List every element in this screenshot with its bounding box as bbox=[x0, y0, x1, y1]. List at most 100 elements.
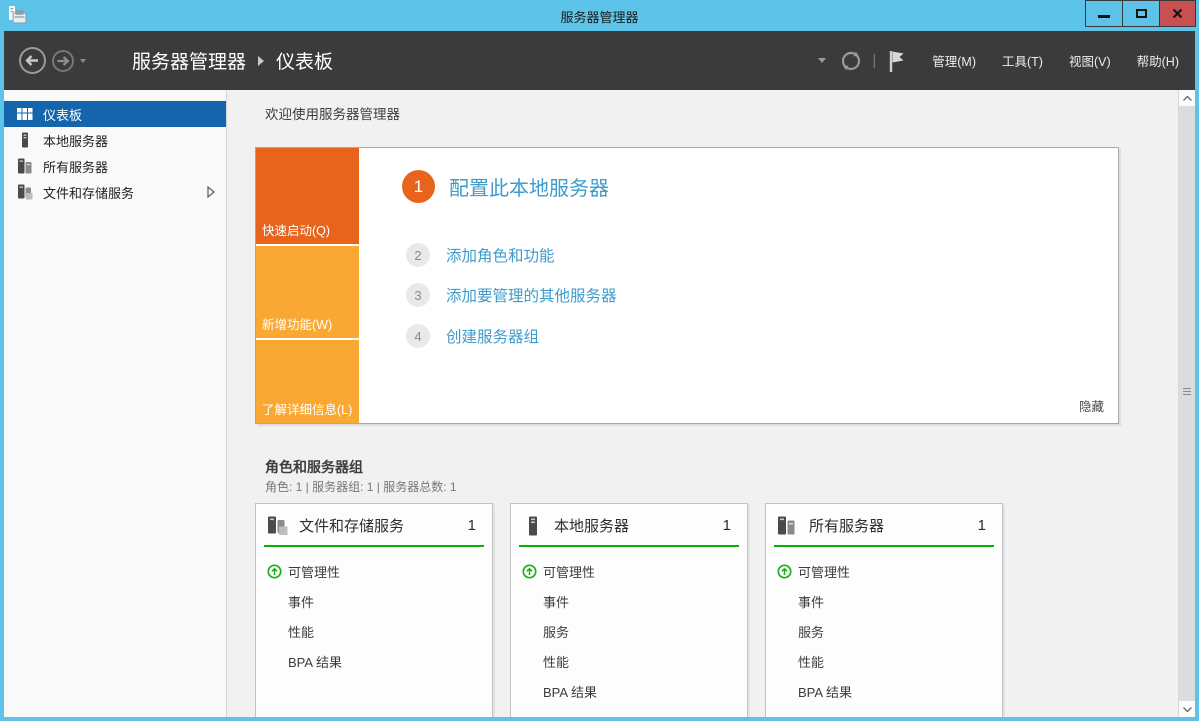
back-icon[interactable] bbox=[18, 46, 47, 75]
step-link[interactable]: 添加角色和功能 bbox=[446, 244, 555, 266]
maximize-icon[interactable] bbox=[1122, 0, 1159, 27]
roles-section-subtitle: 角色: 1 | 服务器组: 1 | 服务器总数: 1 bbox=[265, 478, 457, 495]
sidebar-item-all-servers[interactable]: 所有服务器 bbox=[4, 153, 226, 179]
row-manageability[interactable]: 可管理性 bbox=[766, 556, 1002, 586]
row-bpa-results[interactable]: BPA 结果 bbox=[766, 676, 1002, 706]
file-storage-icon bbox=[17, 184, 34, 201]
file-storage-icon bbox=[267, 516, 289, 536]
dashboard-grid-icon bbox=[17, 106, 34, 123]
sidebar-item-dashboard[interactable]: 仪表板 bbox=[4, 101, 226, 127]
sidebar-item-local-server[interactable]: 本地服务器 bbox=[4, 127, 226, 153]
row-label: 性能 bbox=[798, 652, 824, 671]
row-label: 服务 bbox=[543, 622, 569, 641]
row-label: 性能 bbox=[288, 622, 314, 641]
card-rows: 可管理性 事件 性能 BPA 结果 bbox=[256, 547, 492, 676]
tile-whats-new[interactable]: 新增功能(W) bbox=[256, 246, 359, 338]
step-add-roles-features: 2 添加角色和功能 bbox=[406, 243, 555, 267]
card-all-servers: 所有服务器 1 可管理性 事件 服务 性能 bbox=[765, 503, 1003, 717]
hide-link[interactable]: 隐藏 bbox=[1079, 396, 1104, 415]
up-arrow-circle-icon bbox=[267, 564, 288, 579]
sidebar-item-file-storage[interactable]: 文件和存储服务 bbox=[4, 179, 226, 205]
nav-dropdown-caret-icon[interactable] bbox=[80, 59, 86, 63]
row-label: 事件 bbox=[798, 592, 824, 611]
vertical-scrollbar[interactable] bbox=[1178, 90, 1195, 717]
all-servers-icon bbox=[777, 516, 799, 536]
card-title: 本地服务器 bbox=[554, 515, 629, 536]
header-toolbar: | 管理(M) 工具(T) 视图(V) 帮助(H) bbox=[818, 31, 1179, 90]
step-link[interactable]: 配置此本地服务器 bbox=[449, 172, 609, 201]
row-label: 可管理性 bbox=[543, 562, 595, 581]
row-services[interactable]: 服务 bbox=[511, 616, 747, 646]
row-label: BPA 结果 bbox=[288, 652, 342, 671]
notifications-caret-icon[interactable] bbox=[818, 58, 826, 63]
nav-arrows bbox=[18, 46, 86, 75]
row-label: 可管理性 bbox=[288, 562, 340, 581]
row-events[interactable]: 事件 bbox=[511, 586, 747, 616]
card-title: 所有服务器 bbox=[809, 515, 884, 536]
card-header: 文件和存储服务 1 bbox=[256, 504, 492, 545]
body: 仪表板 本地服务器 bbox=[4, 90, 1195, 717]
row-label: 性能 bbox=[543, 652, 569, 671]
menu-tools[interactable]: 工具(T) bbox=[1002, 51, 1043, 70]
role-cards: 文件和存储服务 1 可管理性 事件 性能 BPA 结果 bbox=[255, 503, 1003, 717]
row-performance[interactable]: 性能 bbox=[766, 646, 1002, 676]
card-rows: 可管理性 事件 服务 性能 BPA 结果 bbox=[511, 547, 747, 706]
breadcrumb: 服务器管理器 仪表板 bbox=[132, 47, 333, 74]
menu-manage[interactable]: 管理(M) bbox=[932, 51, 976, 70]
step-number-badge: 4 bbox=[406, 324, 430, 348]
card-count: 1 bbox=[978, 517, 986, 534]
roles-section-title: 角色和服务器组 bbox=[265, 457, 363, 477]
step-link[interactable]: 创建服务器组 bbox=[446, 325, 539, 347]
step-number-badge: 2 bbox=[406, 243, 430, 267]
welcome-steps: 1 配置此本地服务器 2 添加角色和功能 3 添加要管理的其他服务器 4 创建服… bbox=[366, 148, 1118, 423]
menu-view[interactable]: 视图(V) bbox=[1069, 51, 1111, 70]
row-services[interactable]: 服务 bbox=[766, 616, 1002, 646]
row-label: 服务 bbox=[798, 622, 824, 641]
row-label: 事件 bbox=[543, 592, 569, 611]
row-events[interactable]: 事件 bbox=[256, 586, 492, 616]
close-icon[interactable] bbox=[1159, 0, 1196, 27]
sidebar-item-label: 文件和存储服务 bbox=[43, 183, 134, 202]
breadcrumb-current: 仪表板 bbox=[276, 47, 333, 74]
scroll-up-icon[interactable] bbox=[1179, 90, 1195, 107]
card-file-storage: 文件和存储服务 1 可管理性 事件 性能 BPA 结果 bbox=[255, 503, 493, 717]
menu-help[interactable]: 帮助(H) bbox=[1137, 51, 1179, 70]
local-server-icon bbox=[17, 132, 34, 149]
tile-label: 新增功能(W) bbox=[262, 314, 332, 333]
expand-arrow-icon[interactable] bbox=[207, 186, 215, 198]
scrollbar-thumb[interactable] bbox=[1179, 107, 1195, 700]
welcome-heading: 欢迎使用服务器管理器 bbox=[265, 103, 400, 123]
refresh-icon[interactable] bbox=[840, 50, 862, 72]
card-title: 文件和存储服务 bbox=[299, 515, 404, 536]
tile-quick-start[interactable]: 快速启动(Q) bbox=[256, 148, 359, 244]
toolbar-separator: | bbox=[872, 52, 876, 69]
sidebar-item-label: 本地服务器 bbox=[43, 131, 108, 150]
card-rows: 可管理性 事件 服务 性能 BPA 结果 bbox=[766, 547, 1002, 706]
row-bpa-results[interactable]: BPA 结果 bbox=[511, 676, 747, 706]
row-events[interactable]: 事件 bbox=[766, 586, 1002, 616]
scroll-down-icon[interactable] bbox=[1179, 700, 1195, 717]
tile-learn-more[interactable]: 了解详细信息(L) bbox=[256, 340, 359, 423]
tile-label: 了解详细信息(L) bbox=[262, 399, 352, 418]
breadcrumb-root[interactable]: 服务器管理器 bbox=[132, 47, 246, 74]
row-manageability[interactable]: 可管理性 bbox=[511, 556, 747, 586]
main-pane: 欢迎使用服务器管理器 快速启动(Q) 新增功能(W) 了解详细信息(L) 1 配… bbox=[228, 90, 1178, 717]
title-bar[interactable]: 服务器管理器 bbox=[0, 0, 1199, 31]
minimize-icon[interactable] bbox=[1085, 0, 1122, 27]
row-label: 事件 bbox=[288, 592, 314, 611]
flag-icon[interactable] bbox=[888, 49, 906, 73]
row-label: 可管理性 bbox=[798, 562, 850, 581]
row-performance[interactable]: 性能 bbox=[256, 616, 492, 646]
row-manageability[interactable]: 可管理性 bbox=[256, 556, 492, 586]
card-header: 所有服务器 1 bbox=[766, 504, 1002, 545]
row-bpa-results[interactable]: BPA 结果 bbox=[256, 646, 492, 676]
card-header: 本地服务器 1 bbox=[511, 504, 747, 545]
window-controls bbox=[1085, 0, 1196, 27]
local-server-icon bbox=[522, 516, 544, 536]
step-link[interactable]: 添加要管理的其他服务器 bbox=[446, 284, 617, 306]
row-performance[interactable]: 性能 bbox=[511, 646, 747, 676]
all-servers-icon bbox=[17, 158, 34, 175]
app-header: 服务器管理器 仪表板 | 管理(M) 工具(T) 视图(V) 帮助(H) bbox=[4, 31, 1195, 90]
forward-icon[interactable] bbox=[51, 49, 75, 73]
server-manager-window: 服务器管理器 服务器管理器 仪表板 bbox=[0, 0, 1199, 721]
